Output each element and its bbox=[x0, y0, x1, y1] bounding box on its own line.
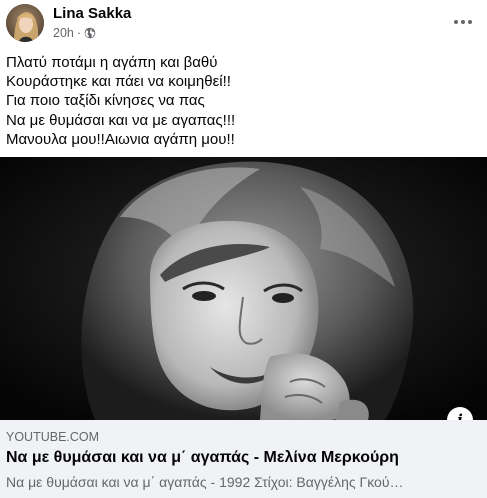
author-name[interactable]: Lina Sakka bbox=[53, 5, 131, 22]
more-horizontal-icon bbox=[454, 20, 458, 24]
post-text-line: Πλατύ ποτάμι η αγάπη και βαθύ bbox=[6, 54, 218, 71]
link-preview-image[interactable] bbox=[0, 157, 487, 420]
author-avatar[interactable] bbox=[6, 4, 44, 42]
post-text-line: Για ποιο ταξίδι κίνησες να πας bbox=[6, 92, 205, 110]
more-options-button[interactable] bbox=[451, 12, 475, 32]
post-timestamp[interactable]: 20h bbox=[53, 26, 74, 40]
post-text-line: Μανουλα μου!!Αιωνια αγάπη μου!! bbox=[6, 130, 235, 148]
link-title[interactable]: Να με θυμάσαι και να μ΄ αγαπάς - Μελίνα … bbox=[6, 449, 399, 467]
post-text-line: Να με θυμάσαι και να με αγαπας!!! bbox=[6, 111, 236, 129]
post-header: Lina Sakka 20h · bbox=[0, 0, 487, 46]
link-domain: YOUTUBE.COM bbox=[6, 430, 100, 444]
globe-icon[interactable] bbox=[84, 27, 96, 39]
post-text: Πλατύ ποτάμι η αγάπη και βαθύ Κουράστηκε… bbox=[6, 53, 476, 149]
post-text-line: Κουράστηκε και πάει να κοιμηθεί!! bbox=[6, 73, 231, 91]
link-description: Να με θυμάσαι και να μ΄ αγαπάς - 1992 Στ… bbox=[6, 474, 404, 490]
meta-separator: · bbox=[76, 26, 82, 40]
link-preview-card[interactable]: YOUTUBE.COM Να με θυμάσαι και να μ΄ αγαπ… bbox=[0, 420, 487, 498]
post-meta: 20h · bbox=[53, 26, 96, 40]
